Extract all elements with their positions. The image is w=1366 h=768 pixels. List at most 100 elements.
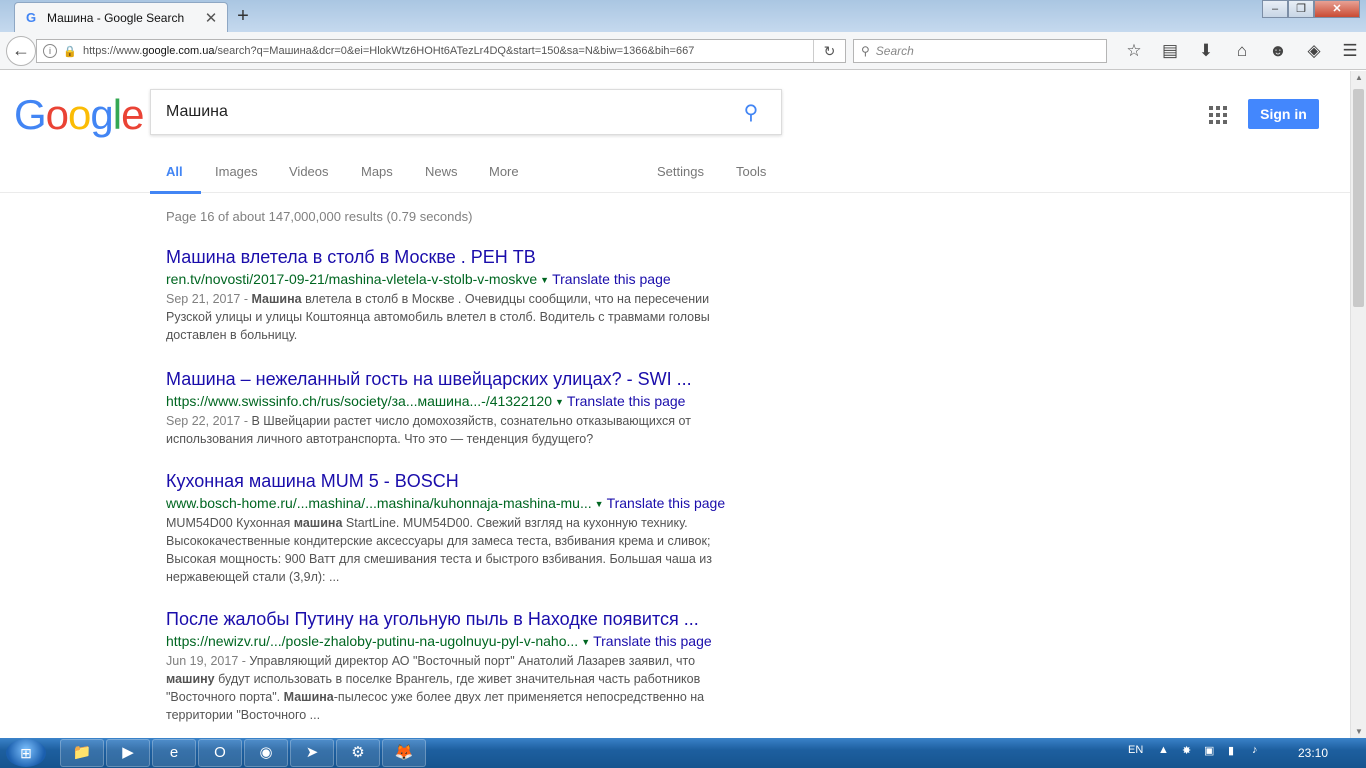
logo-letter: G: [14, 91, 47, 138]
result-title-link[interactable]: Кухонная машина MUM 5 - BOSCH: [166, 471, 746, 492]
caret-down-icon[interactable]: ▼: [595, 499, 604, 509]
snippet-text: Управляющий директор АО "Восточный порт"…: [249, 654, 696, 668]
translate-link[interactable]: Translate this page: [552, 271, 671, 287]
result-url: ren.tv/novosti/2017-09-21/mashina-vletel…: [166, 271, 746, 287]
menu-icon[interactable]: ☰: [1332, 40, 1366, 62]
result-date: Sep 21, 2017 -: [166, 292, 252, 306]
chrome-icon[interactable]: ◉: [244, 739, 288, 767]
search-query[interactable]: Машина: [151, 103, 721, 121]
search-result: После жалобы Путину на угольную пыль в Н…: [166, 609, 746, 724]
scrollbar-thumb[interactable]: [1353, 89, 1364, 307]
ie-icon[interactable]: e: [152, 739, 196, 767]
settings-link[interactable]: Settings: [657, 164, 704, 179]
snippet-highlight: Машина: [251, 292, 302, 306]
google-logo[interactable]: Google: [14, 91, 144, 139]
network-icon[interactable]: ▮: [1228, 744, 1234, 757]
result-url-text: www.bosch-home.ru/...mashina/...mashina/…: [166, 495, 592, 511]
download-icon[interactable]: ⬇: [1188, 40, 1224, 62]
back-button[interactable]: ←: [6, 36, 36, 66]
translate-link[interactable]: Translate this page: [567, 393, 686, 409]
settings-app-icon[interactable]: ⚙: [336, 739, 380, 767]
tab-videos[interactable]: Videos: [289, 164, 329, 179]
tab-news[interactable]: News: [425, 164, 458, 179]
sign-in-button[interactable]: Sign in: [1248, 99, 1319, 129]
logo-letter: g: [90, 91, 113, 138]
start-button[interactable]: ⊞: [6, 739, 46, 767]
google-search-icon[interactable]: ⚲: [721, 100, 781, 125]
scroll-down-icon[interactable]: ▼: [1351, 727, 1366, 736]
address-bar[interactable]: i 🔒 https://www.google.com.ua/search?q=М…: [36, 39, 846, 63]
close-window-button[interactable]: ✕: [1314, 0, 1360, 18]
telegram-icon[interactable]: ➤: [290, 739, 334, 767]
firefox-icon[interactable]: 🦊: [382, 739, 426, 767]
reload-icon[interactable]: ↻: [813, 40, 845, 62]
toolbar-icons: ☆ ▤ ⬇ ⌂ ☻ ◈ ☰: [1116, 40, 1366, 62]
url-host: google.com.ua: [142, 45, 215, 57]
caret-down-icon[interactable]: ▼: [581, 637, 590, 647]
result-stats: Page 16 of about 147,000,000 results (0.…: [166, 209, 473, 224]
home-icon[interactable]: ⌂: [1224, 40, 1260, 62]
logo-letter: o: [68, 91, 91, 138]
tray-app-icon[interactable]: ✸: [1182, 744, 1191, 757]
new-tab-button[interactable]: +: [232, 5, 254, 28]
result-url: www.bosch-home.ru/...mashina/...mashina/…: [166, 495, 746, 511]
result-url-text: https://www.swissinfo.ch/rus/society/за.…: [166, 393, 552, 409]
reading-list-icon[interactable]: ▤: [1152, 40, 1188, 62]
caret-down-icon[interactable]: ▼: [540, 275, 549, 285]
google-search-box[interactable]: Машина ⚲: [150, 89, 782, 135]
result-url-text: https://newizv.ru/.../posle-zhaloby-puti…: [166, 633, 579, 649]
result-url: https://newizv.ru/.../posle-zhaloby-puti…: [166, 633, 746, 649]
minimize-button[interactable]: ‒: [1262, 0, 1288, 18]
page-scrollbar[interactable]: ▲ ▼: [1350, 71, 1366, 738]
language-indicator[interactable]: EN: [1128, 744, 1143, 756]
browser-tab[interactable]: G Машина - Google Search ✕: [14, 2, 228, 32]
result-title-link[interactable]: Машина влетела в столб в Москве . РЕН ТВ: [166, 247, 746, 268]
result-title-link[interactable]: После жалобы Путину на угольную пыль в Н…: [166, 609, 746, 630]
url-path: /search?q=Машина&dcr=0&ei=HlokWtz6HOHt6A…: [214, 45, 695, 57]
tab-title: Машина - Google Search: [47, 10, 185, 25]
clock[interactable]: 23:10: [1298, 746, 1328, 760]
tab-all[interactable]: All: [150, 164, 200, 194]
snippet-highlight: машина: [293, 516, 343, 530]
tools-link[interactable]: Tools: [736, 164, 766, 179]
search-tabs: All Images Videos Maps News More Setting…: [0, 143, 1350, 194]
search-result: Машина влетела в столб в Москве . РЕН ТВ…: [166, 247, 746, 344]
apps-grid-icon[interactable]: [1209, 106, 1227, 124]
result-url: https://www.swissinfo.ch/rus/society/за.…: [166, 393, 746, 409]
explorer-icon[interactable]: 📁: [60, 739, 104, 767]
search-icon: ⚲: [861, 44, 870, 58]
tab-images[interactable]: Images: [215, 164, 258, 179]
opera-icon[interactable]: O: [198, 739, 242, 767]
hello-icon[interactable]: ☻: [1260, 40, 1296, 62]
tab-maps[interactable]: Maps: [361, 164, 393, 179]
info-icon[interactable]: i: [43, 44, 57, 58]
scroll-up-icon[interactable]: ▲: [1351, 73, 1366, 82]
translate-link[interactable]: Translate this page: [593, 633, 712, 649]
result-snippet: Sep 22, 2017 - В Швейцарии растет число …: [166, 412, 746, 448]
close-tab-icon[interactable]: ✕: [203, 9, 219, 27]
url-prefix: https://www.: [83, 45, 143, 57]
media-player-icon[interactable]: ▶: [106, 739, 150, 767]
tab-more[interactable]: More: [489, 164, 519, 179]
logo-letter: l: [112, 91, 122, 138]
maximize-button[interactable]: ❐: [1288, 0, 1314, 18]
lock-icon[interactable]: 🔒: [63, 45, 77, 58]
browser-nav-bar: ← i 🔒 https://www.google.com.ua/search?q…: [0, 32, 1366, 70]
google-results-page: Google Машина ⚲ Sign in All Images Video…: [0, 71, 1350, 738]
tray-expand-icon[interactable]: ▲: [1158, 744, 1169, 756]
google-favicon-icon: G: [25, 9, 37, 25]
translate-link[interactable]: Translate this page: [607, 495, 726, 511]
star-icon[interactable]: ☆: [1116, 40, 1152, 62]
browser-search-input[interactable]: ⚲ Search: [853, 39, 1107, 63]
caret-down-icon[interactable]: ▼: [555, 397, 564, 407]
usb-icon[interactable]: ▣: [1204, 744, 1214, 757]
pocket-icon[interactable]: ◈: [1296, 40, 1332, 62]
window-controls: ‒ ❐ ✕: [1262, 0, 1360, 18]
volume-icon[interactable]: ♪: [1252, 744, 1258, 756]
logo-letter: o: [45, 91, 69, 138]
search-result: Машина – нежеланный гость на швейцарских…: [166, 369, 746, 448]
result-title-link[interactable]: Машина – нежеланный гость на швейцарских…: [166, 369, 746, 390]
url-text[interactable]: https://www.google.com.ua/search?q=Машин…: [83, 45, 813, 57]
search-result: Кухонная машина MUM 5 - BOSCH www.bosch-…: [166, 471, 746, 586]
result-snippet: Sep 21, 2017 - Машина влетела в столб в …: [166, 290, 746, 344]
